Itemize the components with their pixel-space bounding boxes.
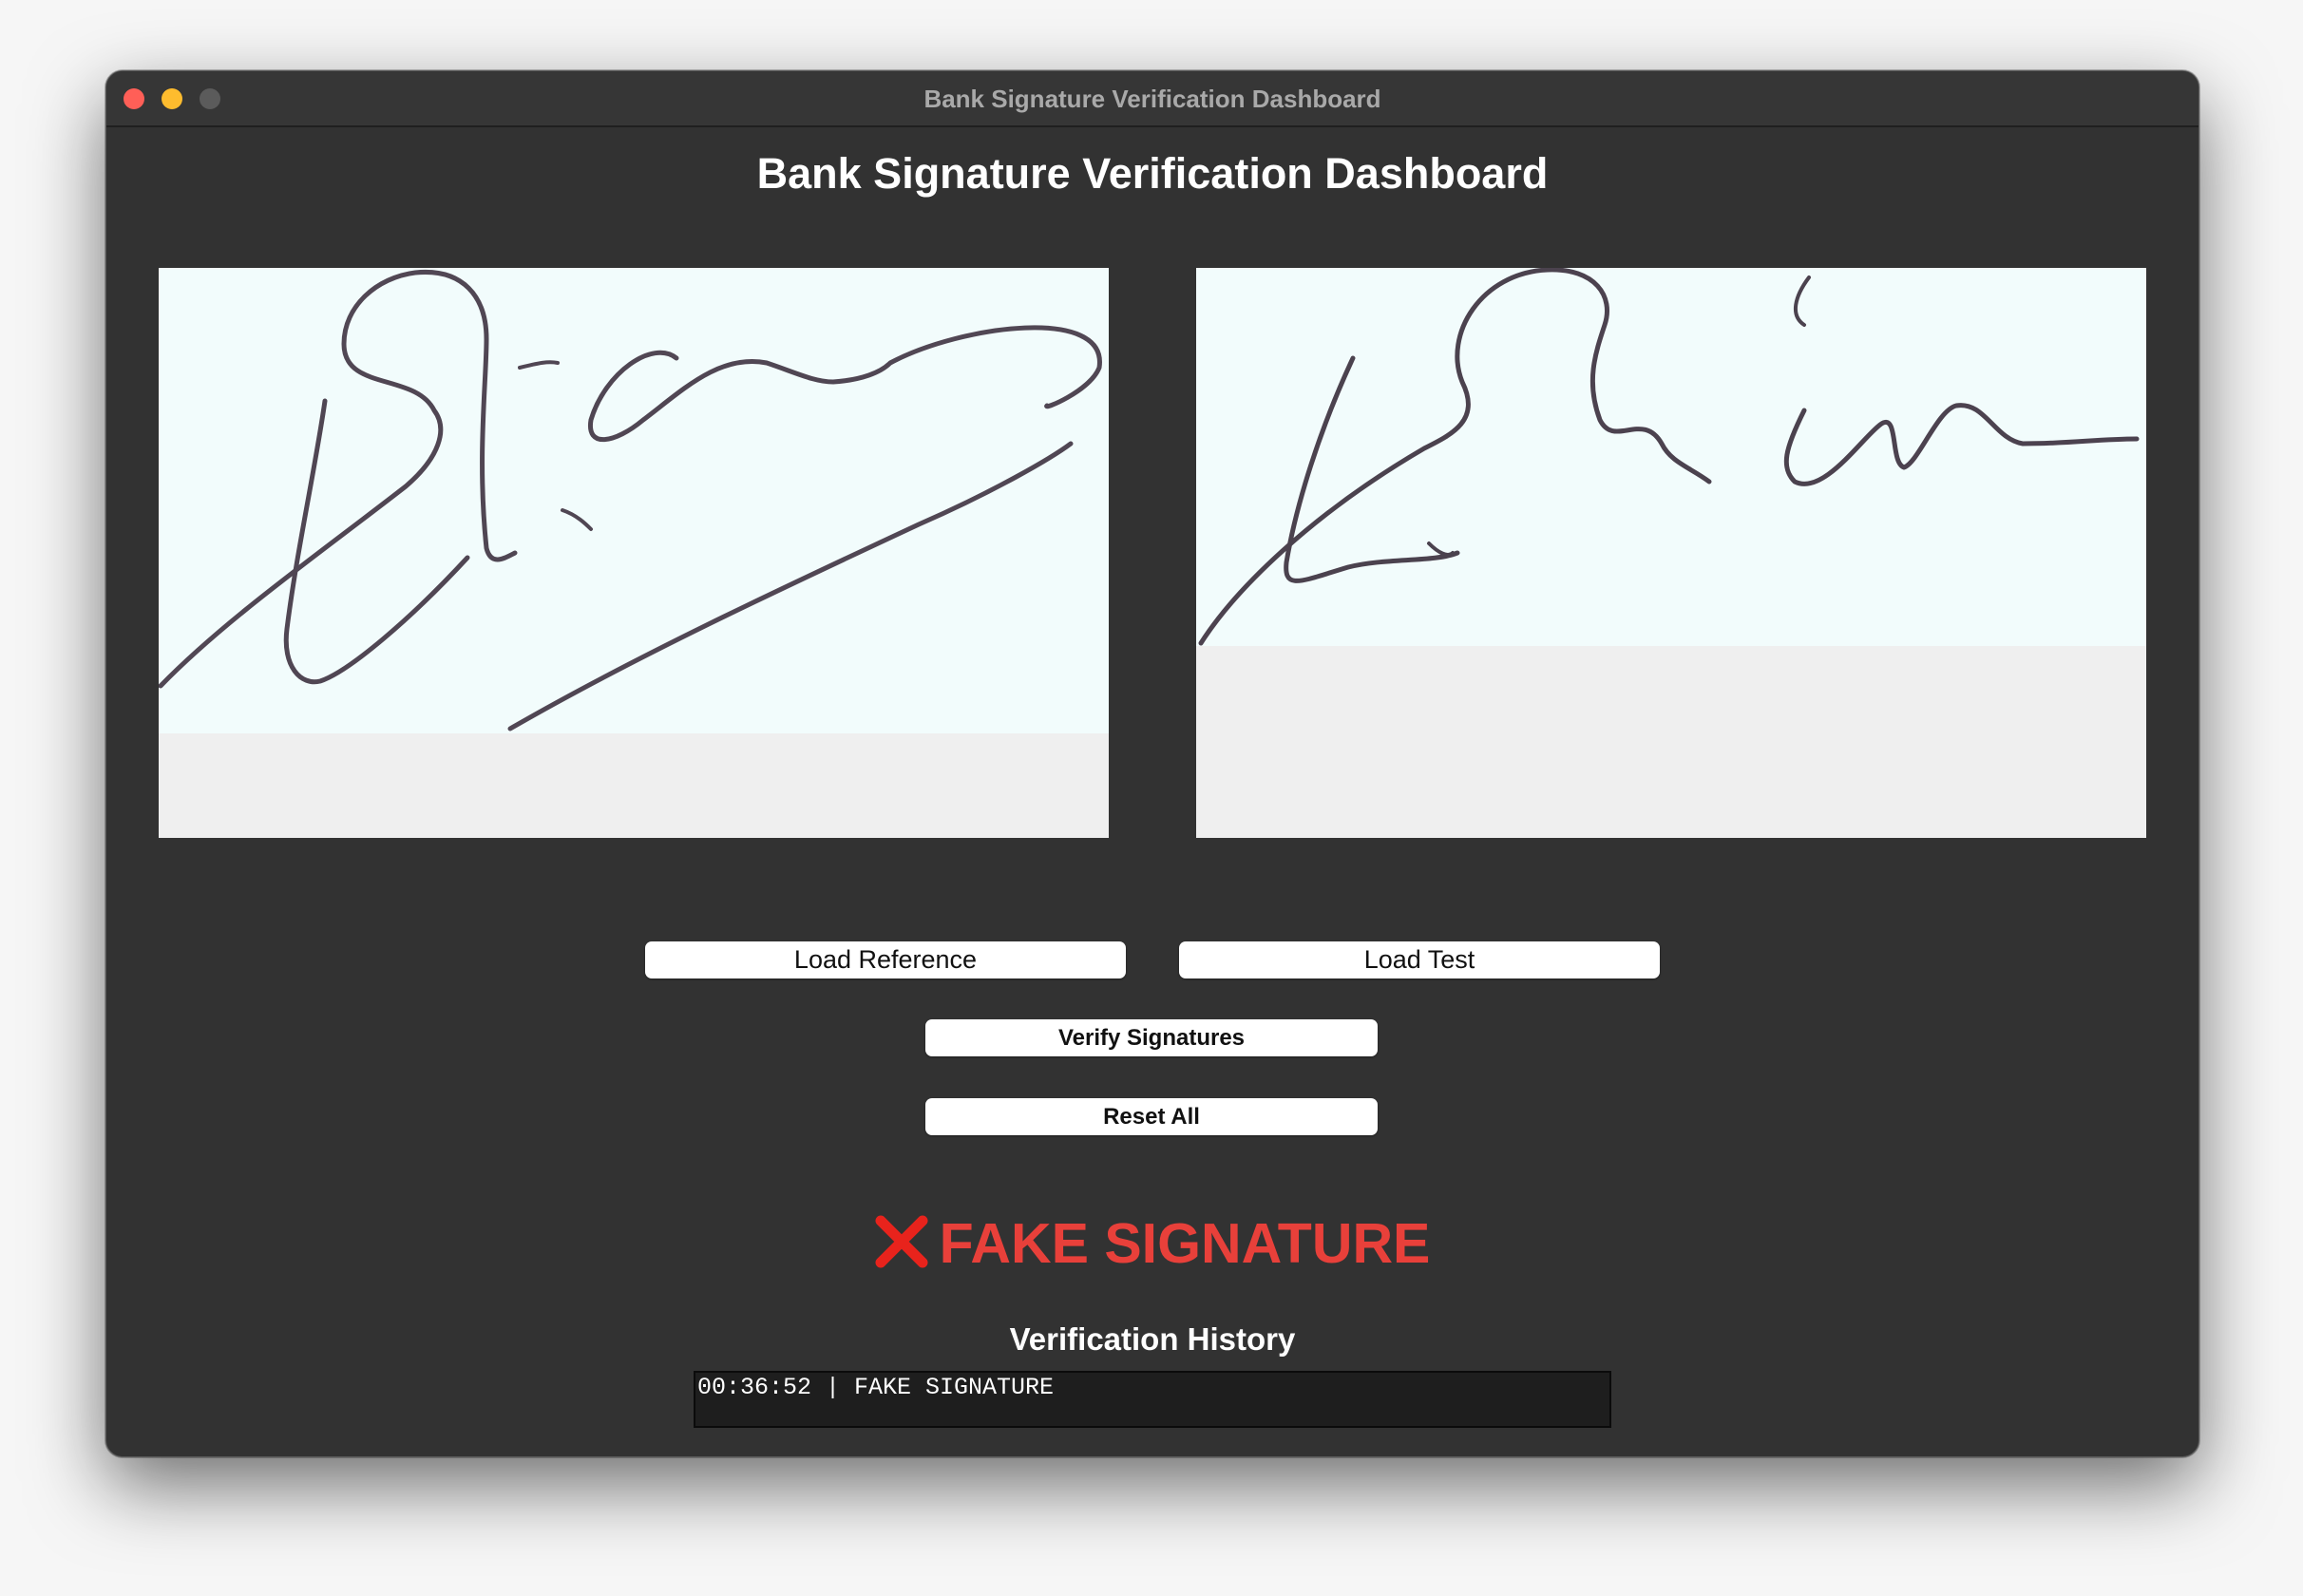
reference-signature-image <box>159 268 1109 733</box>
window-title: Bank Signature Verification Dashboard <box>923 85 1381 113</box>
verify-signatures-button[interactable]: Verify Signatures <box>925 1019 1378 1056</box>
test-signature-panel <box>1196 268 2146 838</box>
history-log[interactable]: 00:36:52 | FAKE SIGNATURE <box>694 1371 1611 1428</box>
load-reference-button[interactable]: Load Reference <box>645 941 1126 978</box>
reference-signature-panel <box>159 268 1109 838</box>
reset-all-button[interactable]: Reset All <box>925 1098 1378 1135</box>
result-text: FAKE SIGNATURE <box>939 1212 1431 1275</box>
page-title: Bank Signature Verification Dashboard <box>756 149 1549 198</box>
load-test-button[interactable]: Load Test <box>1179 941 1660 978</box>
app-window: Bank Signature Verification Dashboard Ba… <box>105 70 2199 1457</box>
test-signature-image <box>1196 268 2146 646</box>
history-title: Verification History <box>1009 1321 1296 1357</box>
history-entry: 00:36:52 | FAKE SIGNATURE <box>697 1374 1055 1401</box>
verification-result: FAKE SIGNATURE <box>106 1211 2198 1282</box>
cross-mark-icon <box>875 1215 928 1282</box>
title-bar: Bank Signature Verification Dashboard <box>106 71 2198 127</box>
